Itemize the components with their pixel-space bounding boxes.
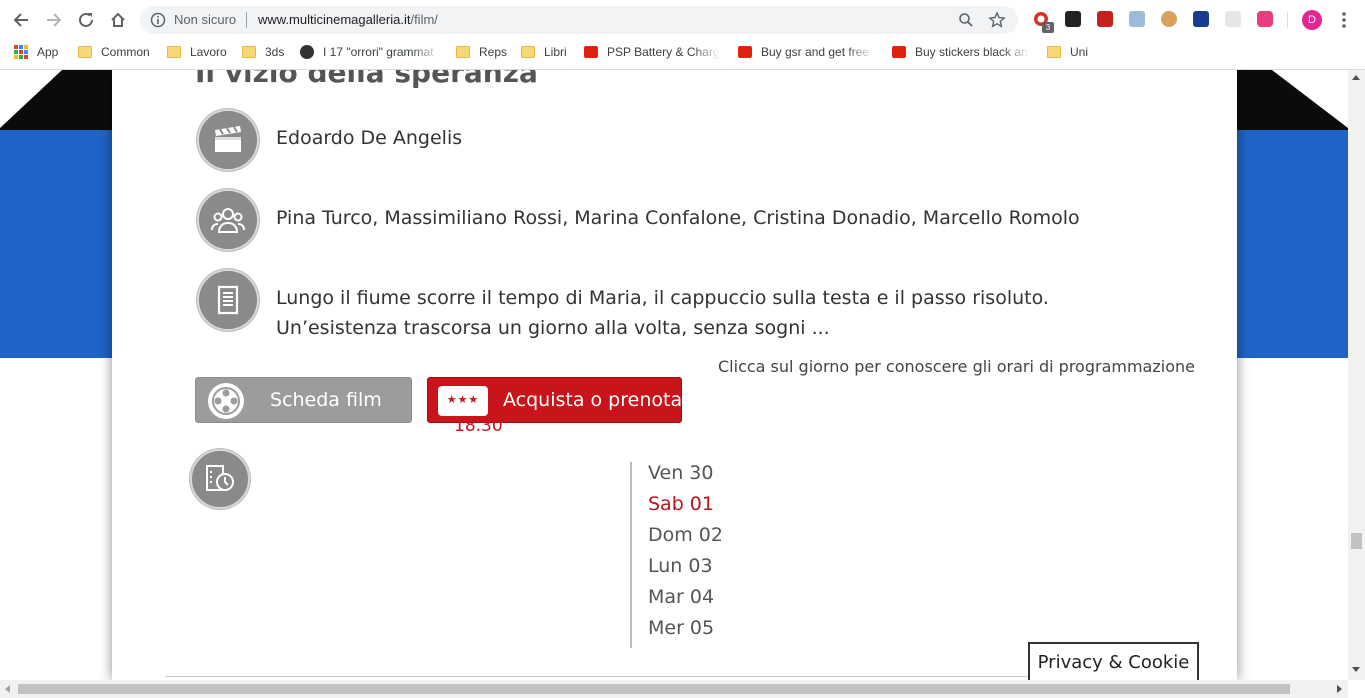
horizontal-scrollbar[interactable] [0, 680, 1348, 698]
pdf-extension-icon[interactable] [1097, 11, 1113, 27]
schedule-hint: Clicca sul giorno per conoscere gli orar… [718, 357, 1195, 376]
menu-dots-icon[interactable] [1336, 11, 1352, 29]
toolbar-divider [1287, 12, 1288, 28]
folder-icon [242, 46, 256, 58]
screenshot-extension-icon[interactable] [1129, 11, 1145, 27]
scheda-film-button[interactable]: Scheda film [195, 377, 412, 423]
folder-icon [1047, 46, 1061, 58]
booking-extension-icon[interactable] [1193, 11, 1209, 27]
bookmark-label: Lavoro [190, 45, 227, 59]
bookmark-reps[interactable]: Reps [456, 43, 507, 61]
browser-chrome: Non sicuro www.multicinemagalleria.it/fi… [0, 0, 1365, 70]
folder-icon [78, 46, 92, 58]
trello-extension-icon[interactable] [1065, 11, 1081, 27]
url-path: /film/ [410, 12, 438, 27]
bookmark-3ds[interactable]: 3ds [242, 43, 284, 61]
url-host: www.multicinemagalleria.it [258, 12, 411, 27]
pocket-icon [584, 46, 598, 58]
bookmark-buy-stickers[interactable]: Buy stickers black an [892, 43, 1030, 61]
bookmark-orrori[interactable]: I 17 "orrori" grammat [300, 43, 440, 61]
bookmark-libri[interactable]: Libri [521, 43, 567, 61]
back-icon[interactable] [9, 8, 33, 32]
info-icon[interactable] [150, 12, 166, 28]
divider [246, 12, 247, 28]
day-item-mar04[interactable]: Mar 04 [648, 586, 714, 608]
scheda-film-label: Scheda film [270, 389, 382, 411]
bookmark-star-icon[interactable] [988, 11, 1006, 29]
blank-extension-icon[interactable] [1225, 11, 1241, 27]
header-wedge-left [0, 70, 62, 128]
scrollbar-thumb[interactable] [18, 684, 1290, 694]
reload-icon[interactable] [74, 8, 98, 32]
bookmark-label: Libri [544, 45, 567, 59]
bookmark-label: Reps [479, 45, 508, 59]
bookmark-common[interactable]: Common [78, 43, 150, 61]
blue-band-left [0, 130, 112, 358]
day-item-dom02[interactable]: Dom 02 [648, 524, 723, 546]
bookmark-label: App [37, 45, 59, 59]
bookmark-lavoro[interactable]: Lavoro [167, 43, 227, 61]
zoom-icon[interactable] [958, 12, 974, 28]
bookmark-uni[interactable]: Uni [1047, 43, 1088, 61]
url-text[interactable]: www.multicinemagalleria.it/film/ [258, 12, 438, 27]
privacy-cookie-button[interactable]: Privacy & Cookie [1028, 642, 1199, 680]
page-viewport: Il vizio della speranza Edoardo De Angel… [0, 70, 1348, 680]
folder-icon [167, 46, 181, 58]
showtime-link[interactable]: 18.30 [454, 416, 503, 436]
director-name: Edoardo De Angelis [276, 127, 463, 149]
avatar-icon [300, 45, 314, 59]
scrollbar-thumb[interactable] [1351, 533, 1362, 549]
pocket-icon [738, 46, 752, 58]
schedule-clock-icon [190, 449, 250, 509]
day-item-mer05[interactable]: Mer 05 [648, 617, 714, 639]
home-icon[interactable] [106, 8, 130, 32]
extension-badge: 3 [1042, 22, 1054, 33]
plot-line-2: Un’esistenza trascorsa un giorno alla vo… [276, 317, 830, 339]
bookmark-label: Common [101, 45, 150, 59]
day-list: Ven 30 Sab 01 Dom 02 Lun 03 Mar 04 Mer 0… [630, 462, 830, 648]
vertical-scrollbar[interactable] [1348, 70, 1365, 680]
bookmark-label: Buy gsr and get free [761, 45, 870, 59]
plot-line-1: Lungo il fiume scorre il tempo di Maria,… [276, 287, 1049, 309]
scroll-left-icon[interactable] [5, 685, 10, 693]
bookmark-apps[interactable]: App [14, 43, 58, 61]
cookie-extension-icon[interactable] [1161, 11, 1177, 27]
bookmark-label: Buy stickers black an [915, 45, 1028, 59]
document-icon [197, 269, 259, 331]
film-reel-icon [208, 383, 244, 419]
acquista-prenota-label: Acquista o prenota [503, 389, 683, 411]
day-item-sab01[interactable]: Sab 01 [648, 493, 714, 515]
bookmark-psp-battery[interactable]: PSP Battery & Chargi [584, 43, 720, 61]
bookmark-label: Uni [1070, 45, 1089, 59]
film-title: Il vizio della speranza [195, 70, 538, 89]
folder-icon [521, 46, 535, 58]
day-item-ven30[interactable]: Ven 30 [648, 462, 713, 484]
camera-extension-icon[interactable] [1257, 11, 1273, 27]
ticket-stars: ★★★ [446, 393, 480, 406]
film-card: Il vizio della speranza Edoardo De Angel… [112, 70, 1237, 680]
security-label: Non sicuro [174, 12, 237, 27]
forward-icon[interactable] [42, 8, 66, 32]
address-bar[interactable]: Non sicuro www.multicinemagalleria.it/fi… [140, 6, 1018, 34]
profile-avatar[interactable]: D [1302, 10, 1322, 30]
bookmark-buy-gsr[interactable]: Buy gsr and get free [738, 43, 874, 61]
scroll-down-icon[interactable] [1352, 667, 1360, 672]
scroll-up-icon[interactable] [1352, 75, 1360, 80]
ticket-icon: ★★★ [438, 386, 488, 416]
bookmark-label: 3ds [265, 45, 285, 59]
header-wedge-right [1272, 70, 1348, 128]
pocket-icon [892, 46, 906, 58]
bookmark-label: PSP Battery & Chargi [607, 45, 720, 59]
day-item-lun03[interactable]: Lun 03 [648, 555, 713, 577]
clapperboard-icon [197, 109, 259, 171]
bookmarks-bar: App Common Lavoro 3ds I 17 "orrori" gram… [0, 40, 1365, 64]
people-group-icon [197, 189, 259, 251]
cast-list: Pina Turco, Massimiliano Rossi, Marina C… [276, 207, 1080, 229]
scroll-right-icon[interactable] [1337, 685, 1342, 693]
apps-grid-icon [14, 45, 28, 59]
bookmark-label: I 17 "orrori" grammat [323, 45, 434, 59]
blue-band-right [1237, 130, 1348, 358]
folder-icon [456, 46, 470, 58]
